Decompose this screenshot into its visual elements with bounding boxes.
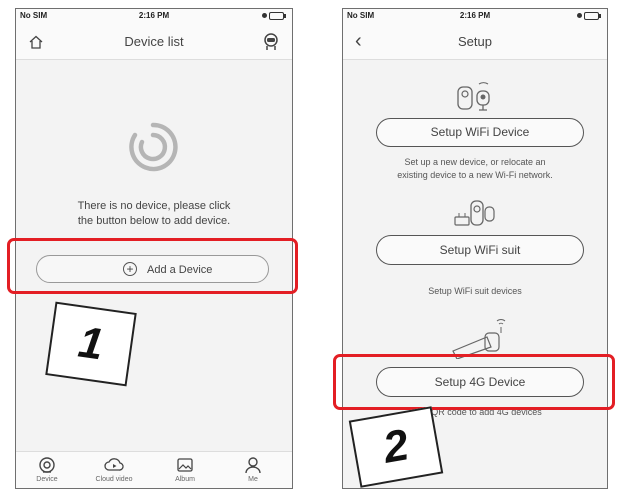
- description-line: Setup WiFi suit devices: [428, 286, 522, 296]
- button-label: Setup WiFi suit: [439, 243, 521, 257]
- tab-bar: Device Cloud video Album Me: [16, 451, 292, 488]
- page-title: Device list: [124, 34, 184, 49]
- option-description: Set up a new device, or relocate an exis…: [353, 156, 597, 182]
- setup-wifi-suit-button[interactable]: Setup WiFi suit: [376, 235, 584, 265]
- empty-message-line: the button below to add device.: [77, 215, 231, 227]
- album-icon: [177, 458, 193, 472]
- device-icon: [39, 457, 55, 473]
- page-title: Setup: [458, 34, 492, 49]
- button-label: Setup WiFi Device: [430, 125, 530, 139]
- battery-icon: [584, 12, 601, 20]
- empty-message-line: There is no device, please click: [77, 200, 231, 212]
- cloud-video-icon: [104, 458, 124, 471]
- alarm-icon: [577, 13, 582, 18]
- step-number-badge: 1: [45, 301, 137, 387]
- battery-icon: [269, 12, 286, 20]
- option-description: Setup WiFi suit devices: [353, 285, 597, 298]
- tab-label: Cloud video: [95, 476, 133, 483]
- clock: 2:16 PM: [138, 11, 170, 20]
- tab-label: Album: [175, 476, 195, 483]
- tab-album[interactable]: Album: [160, 456, 210, 483]
- setup-wifi-device-button[interactable]: Setup WiFi Device: [376, 118, 584, 147]
- nvr-kit-icon: [453, 197, 497, 234]
- person-icon: [245, 457, 261, 474]
- tab-device[interactable]: Device: [22, 456, 72, 483]
- alarm-icon: [262, 13, 267, 18]
- status-bar: No SIM 2:16 PM: [343, 9, 607, 23]
- clock: 2:16 PM: [459, 11, 491, 20]
- empty-state-logo-icon: [127, 121, 179, 178]
- highlight-setup-4g: [333, 354, 615, 410]
- tab-cloud-video[interactable]: Cloud video: [89, 456, 139, 483]
- step-number-badge: 2: [348, 406, 444, 488]
- tab-label: Device: [36, 476, 58, 483]
- tab-label: Me: [248, 476, 258, 483]
- empty-state-message: There is no device, please click the but…: [36, 199, 272, 229]
- tab-me[interactable]: Me: [228, 456, 278, 483]
- description-line: existing device to a new Wi-Fi network.: [397, 170, 553, 180]
- description-line: Set up a new device, or relocate an: [404, 157, 546, 167]
- nav-bar: ‹ Setup: [343, 23, 607, 60]
- status-bar: No SIM 2:16 PM: [16, 9, 292, 23]
- nav-bar: Device list: [16, 23, 292, 60]
- wifi-cameras-icon: [455, 81, 495, 118]
- add-device-robot-icon[interactable]: [262, 33, 280, 56]
- highlight-add-device: [7, 238, 298, 294]
